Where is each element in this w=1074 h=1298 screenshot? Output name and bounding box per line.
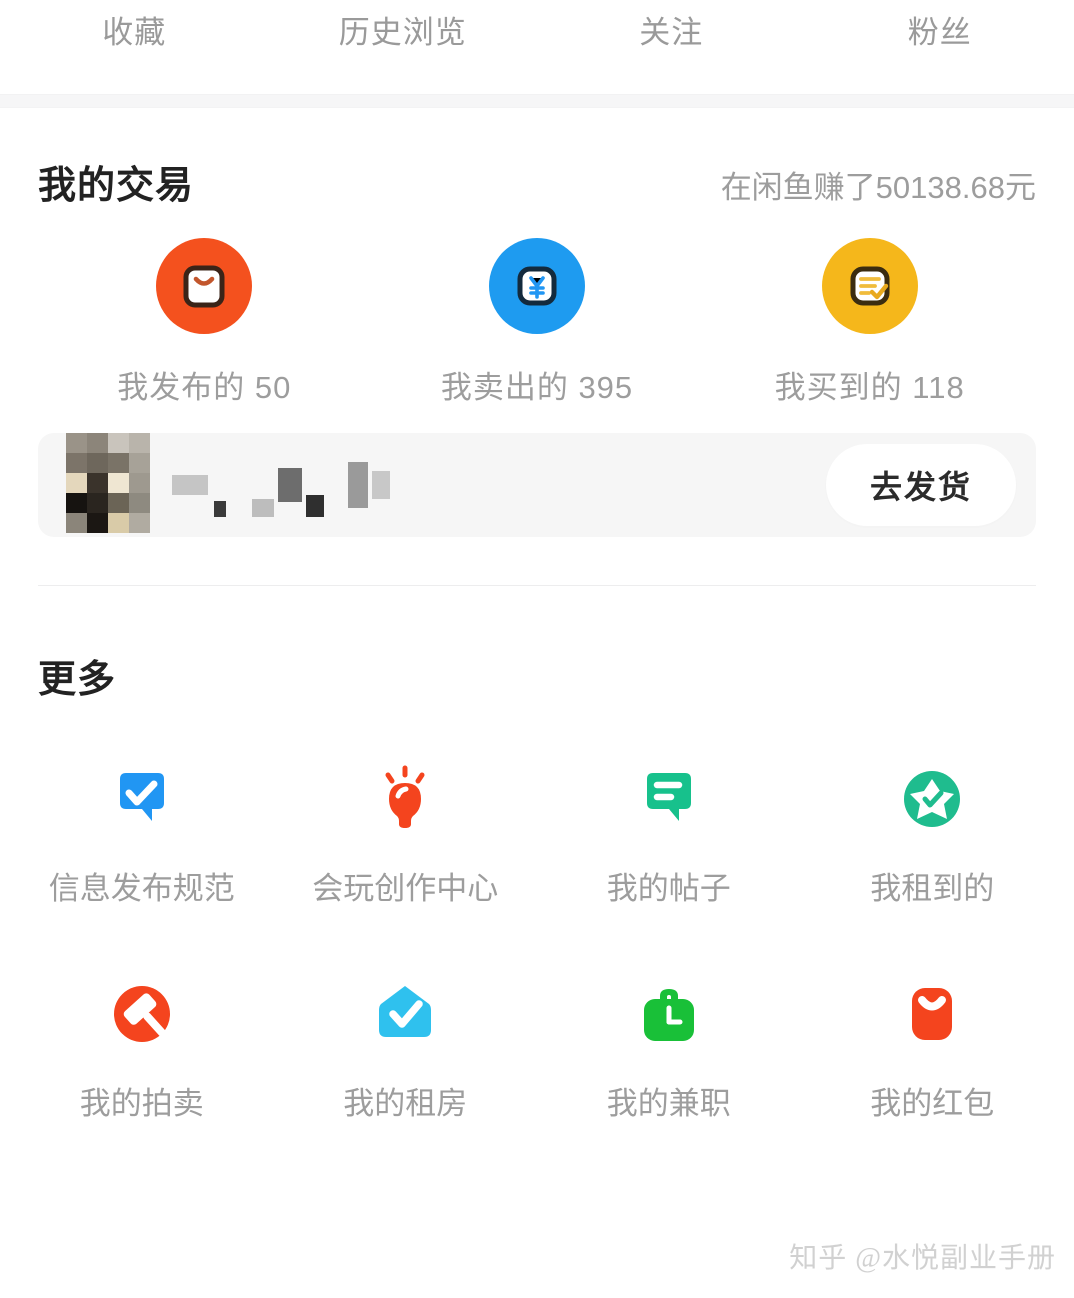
go-ship-button[interactable]: 去发货 <box>825 444 1016 526</box>
trade-item-bought[interactable]: 我买到的 118 <box>703 238 1036 407</box>
trade-item-sold[interactable]: 我卖出的 395 <box>371 238 704 407</box>
my-trade-title: 我的交易 <box>38 165 195 207</box>
gavel-auction-icon <box>102 974 182 1054</box>
more-item-my-auctions[interactable]: 我的拍卖 <box>10 974 274 1123</box>
earnings-text: 在闲鱼赚了50138.68元 <box>720 170 1036 205</box>
more-item-publish-rules[interactable]: 信息发布规范 <box>10 759 274 908</box>
red-packet-icon <box>892 974 972 1054</box>
pending-order-card[interactable]: 去发货 <box>38 433 1036 537</box>
trade-shortcut-row: 我发布的 50 我卖出的 395 我买到的 118 <box>38 238 1036 407</box>
more-header: 更多 <box>0 648 1074 703</box>
trade-item-published[interactable]: 我发布的 50 <box>38 238 371 407</box>
my-trade-section: 我的交易 在闲鱼赚了50138.68元 我发布的 50 我卖出的 395 我买到… <box>0 108 1074 537</box>
more-item-my-posts[interactable]: 我的帖子 <box>537 759 801 908</box>
section-separator-band <box>0 94 1074 108</box>
xianyu-profile-screen: 收藏 历史浏览 关注 粉丝 我的交易 在闲鱼赚了50138.68元 我发布的 5… <box>0 0 1074 1298</box>
order-thumbnail-blurred <box>66 433 150 533</box>
section-divider <box>38 585 1036 586</box>
more-title: 更多 <box>38 659 117 701</box>
top-stats-nav: 收藏 历史浏览 关注 粉丝 <box>0 0 1074 94</box>
more-item-publish-rules-label: 信息发布规范 <box>48 871 235 906</box>
watermark-text: 知乎 @水悦副业手册 <box>789 1243 1056 1274</box>
more-item-creator-center-label: 会玩创作中心 <box>312 871 499 906</box>
briefcase-clock-icon <box>629 974 709 1054</box>
yen-money-icon <box>489 238 585 334</box>
star-check-circle-icon <box>892 759 972 839</box>
speech-bubble-check-icon <box>102 759 182 839</box>
order-list-check-icon <box>821 238 918 334</box>
topnav-item-following[interactable]: 关注 <box>537 6 806 60</box>
more-item-my-posts-label: 我的帖子 <box>606 871 731 906</box>
topnav-item-followers[interactable]: 粉丝 <box>806 6 1074 60</box>
more-item-rented-by-me-label: 我租到的 <box>870 871 995 906</box>
trade-item-sold-label: 我卖出的 395 <box>440 370 634 405</box>
more-item-my-rental-label: 我的租房 <box>343 1086 468 1121</box>
more-item-my-rental[interactable]: 我的租房 <box>274 974 538 1123</box>
house-check-icon <box>365 974 445 1054</box>
more-item-red-packet-label: 我的红包 <box>870 1086 995 1121</box>
topnav-item-history[interactable]: 历史浏览 <box>269 6 538 60</box>
order-title-blurred <box>172 453 390 517</box>
lightbulb-idea-icon <box>365 759 445 839</box>
more-item-part-time-jobs[interactable]: 我的兼职 <box>537 974 801 1123</box>
more-item-rented-by-me[interactable]: 我租到的 <box>801 759 1065 908</box>
trade-item-published-label: 我发布的 50 <box>117 370 292 405</box>
my-trade-header: 我的交易 在闲鱼赚了50138.68元 <box>38 108 1036 214</box>
shopping-bag-icon <box>156 238 253 334</box>
more-item-my-auctions-label: 我的拍卖 <box>79 1086 204 1121</box>
more-item-part-time-jobs-label: 我的兼职 <box>606 1086 731 1121</box>
more-grid: 信息发布规范 会玩创作中心 我的帖子 我租到的 我的拍卖 我的租房 我的兼职 我… <box>0 759 1074 1123</box>
more-item-creator-center[interactable]: 会玩创作中心 <box>274 759 538 908</box>
trade-item-bought-label: 我买到的 118 <box>774 370 965 405</box>
topnav-item-favorites[interactable]: 收藏 <box>0 6 269 60</box>
more-item-red-packet[interactable]: 我的红包 <box>801 974 1065 1123</box>
speech-bubble-lines-icon <box>629 759 709 839</box>
